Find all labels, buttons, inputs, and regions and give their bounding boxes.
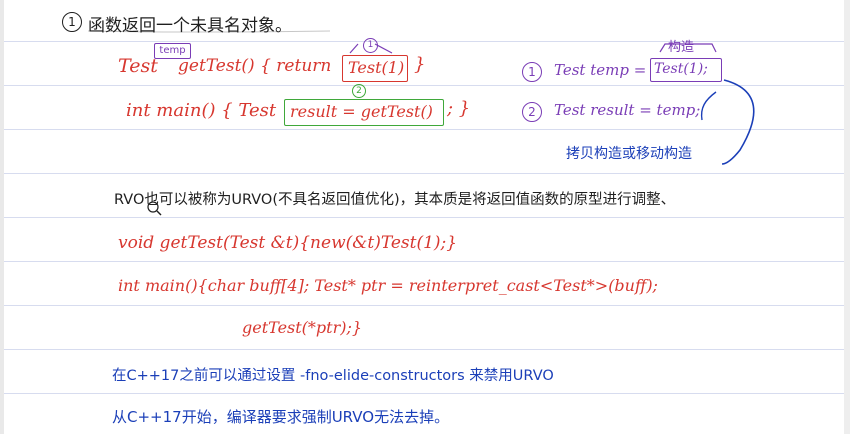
cursor-icon-handle [156,210,162,216]
annotation-strokes [87,30,755,216]
code1-mark-lines [349,43,393,54]
side-arrow [721,79,755,165]
notebook-page: 1 函数返回一个未具名对象。 Test temp getTest() { ret… [0,0,850,434]
heading-underline [87,30,331,33]
side1-label-bracket [659,43,717,53]
cursor-icon [147,201,159,213]
side-arrow-hook [700,91,717,121]
